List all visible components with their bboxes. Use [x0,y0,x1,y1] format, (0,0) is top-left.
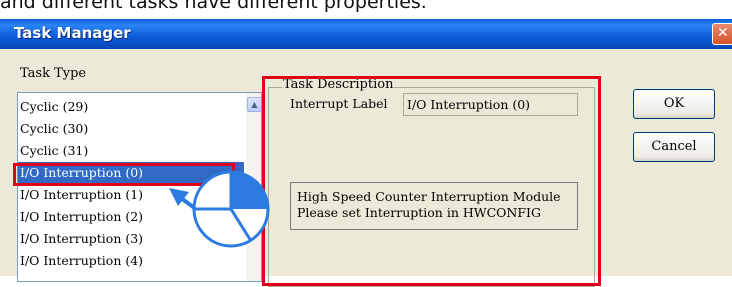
task-manager-window: Task Manager ✕ Task Type Cyclic (29) Cyc… [0,19,732,287]
caption-area: and different tasks have different prope… [0,0,732,19]
title-bar: Task Manager ✕ [0,19,732,49]
window-title: Task Manager [14,24,131,42]
mouse-click-indicator-icon [192,170,270,248]
annotation-overlay [169,170,270,248]
close-button[interactable]: ✕ [712,23,732,45]
close-icon: ✕ [717,25,729,41]
dialog-client-area: Task Type Cyclic (29) Cyclic (30) Cyclic… [0,49,732,287]
caption-text: and different tasks have different prope… [0,0,427,13]
